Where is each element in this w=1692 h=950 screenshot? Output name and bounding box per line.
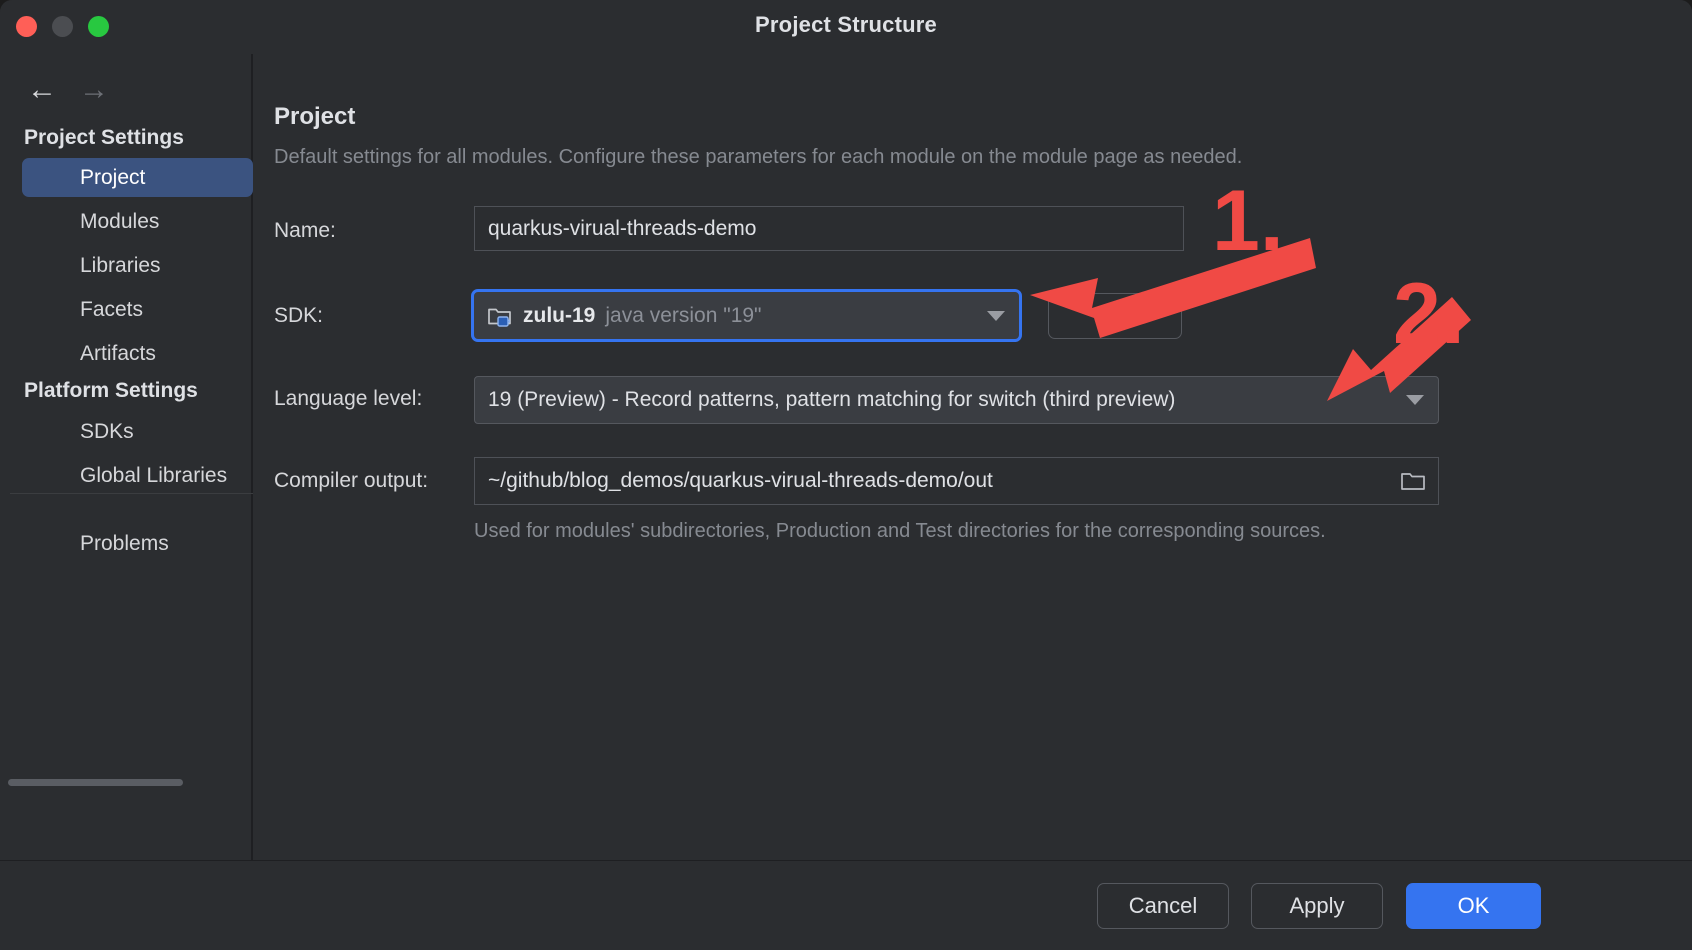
ok-button[interactable]: OK	[1406, 883, 1541, 929]
sdk-combo[interactable]: zulu-19 java version "19"	[471, 289, 1022, 342]
sidebar-item-label: Libraries	[80, 253, 161, 277]
sidebar-group-platform-settings: Platform Settings	[24, 379, 198, 402]
sdk-label: SDK:	[274, 304, 324, 327]
sidebar-item-global-libraries[interactable]: Global Libraries	[22, 456, 253, 495]
compiler-output-value: ~/github/blog_demos/quarkus-virual-threa…	[488, 469, 993, 492]
cancel-button[interactable]: Cancel	[1097, 883, 1229, 929]
apply-button[interactable]: Apply	[1251, 883, 1383, 929]
sidebar-group-project-settings: Project Settings	[24, 126, 184, 149]
sdk-value-name: zulu-19	[523, 303, 596, 327]
nav-buttons: ← →	[20, 68, 160, 112]
sidebar-horizontal-scrollbar[interactable]	[8, 779, 183, 786]
sidebar-item-label: Problems	[80, 531, 169, 555]
compiler-output-input[interactable]: ~/github/blog_demos/quarkus-virual-threa…	[474, 457, 1439, 505]
page-title: Project	[274, 103, 356, 130]
folder-icon[interactable]	[1400, 470, 1426, 492]
sidebar-item-artifacts[interactable]: Artifacts	[22, 334, 253, 373]
name-input-value: quarkus-virual-threads-demo	[488, 216, 757, 240]
sidebar-item-modules[interactable]: Modules	[22, 202, 253, 241]
sdk-value-detail: java version "19"	[605, 303, 762, 327]
language-level-label: Language level:	[274, 387, 423, 410]
apply-button-label: Apply	[1289, 893, 1345, 918]
ok-button-label: OK	[1457, 893, 1490, 918]
sidebar-divider	[10, 493, 253, 494]
chevron-down-icon[interactable]	[987, 310, 1005, 321]
sidebar-item-label: SDKs	[80, 419, 134, 443]
sidebar-item-project[interactable]: Project	[22, 158, 253, 197]
window-title: Project Structure	[755, 12, 937, 37]
sidebar-item-facets[interactable]: Facets	[22, 290, 253, 329]
settings-sidebar: ← → Project Settings Project Modules Lib…	[0, 54, 253, 860]
edit-sdk-button-label: Edit	[1096, 303, 1134, 328]
language-level-combo[interactable]: 19 (Preview) - Record patterns, pattern …	[474, 376, 1439, 424]
dialog-footer: Cancel Apply OK	[0, 860, 1692, 950]
name-input[interactable]: quarkus-virual-threads-demo	[474, 206, 1184, 251]
forward-arrow-icon[interactable]: →	[72, 68, 116, 112]
edit-sdk-button[interactable]: Edit	[1048, 293, 1182, 339]
cancel-button-label: Cancel	[1128, 893, 1198, 918]
chevron-down-icon[interactable]	[1406, 395, 1424, 405]
sidebar-item-sdks[interactable]: SDKs	[22, 412, 253, 451]
page-subtitle: Default settings for all modules. Config…	[274, 146, 1243, 168]
project-structure-dialog: Project Structure ← → Project Settings P…	[0, 0, 1692, 950]
compiler-output-hint: Used for modules' subdirectories, Produc…	[474, 520, 1326, 542]
language-level-value: 19 (Preview) - Record patterns, pattern …	[488, 388, 1176, 411]
sidebar-item-libraries[interactable]: Libraries	[22, 246, 253, 285]
java-sdk-folder-icon	[487, 304, 513, 328]
sidebar-item-label: Global Libraries	[80, 463, 228, 487]
sidebar-item-label: Facets	[80, 297, 144, 321]
back-arrow-icon[interactable]: ←	[20, 68, 64, 112]
compiler-output-label: Compiler output:	[274, 469, 429, 492]
project-settings-panel: Project Default settings for all modules…	[255, 54, 1692, 860]
sidebar-item-problems[interactable]: Problems	[22, 524, 253, 563]
name-label: Name:	[274, 219, 336, 242]
sidebar-item-label: Project	[80, 165, 146, 189]
sidebar-item-label: Modules	[80, 209, 160, 233]
sidebar-item-label: Artifacts	[80, 341, 156, 365]
title-bar: Project Structure	[0, 0, 1692, 54]
